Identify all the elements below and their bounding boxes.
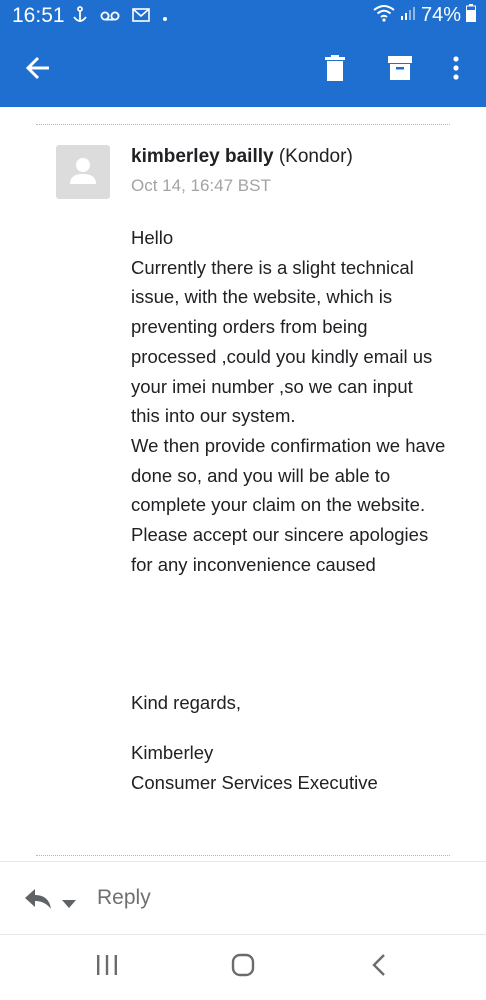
reply-options-dropdown[interactable] xyxy=(62,895,76,913)
sender-name: kimberley bailly xyxy=(131,146,274,167)
body-line: preventing orders from being xyxy=(131,316,368,338)
body-line: We then provide confirmation we have xyxy=(131,434,446,456)
person-icon xyxy=(56,158,110,199)
body-line: complete your claim on the website. xyxy=(131,494,426,516)
body-line: Please accept our sincere apologies xyxy=(131,524,429,546)
battery-icon xyxy=(466,4,476,27)
wifi-icon xyxy=(373,4,395,27)
gmail-icon xyxy=(132,8,150,27)
recent-apps-button[interactable] xyxy=(85,949,129,985)
message-divider-top xyxy=(36,124,450,125)
battery-level: 74% xyxy=(420,4,461,26)
body-line: Hello xyxy=(131,227,174,248)
chevron-left-icon xyxy=(372,953,386,981)
archive-icon xyxy=(388,55,412,85)
back-nav-button[interactable] xyxy=(357,949,401,985)
sender-org: (Kondor) xyxy=(278,146,353,167)
delete-button[interactable] xyxy=(315,50,355,90)
body-line: Currently there is a slight technical xyxy=(131,256,414,278)
arrow-left-icon xyxy=(25,56,51,85)
more-vert-icon xyxy=(453,55,459,85)
delete-icon xyxy=(325,54,345,86)
signal-icon xyxy=(400,5,416,26)
home-icon xyxy=(231,953,255,982)
caret-down-icon xyxy=(62,895,76,912)
avatar[interactable] xyxy=(56,145,110,199)
message-body: Hello Currently there is a slight techni… xyxy=(131,223,461,579)
signoff-text: Kind regards, xyxy=(131,692,242,713)
status-time: 16:51 xyxy=(12,4,65,27)
app-bar xyxy=(0,32,486,107)
body-line: issue, with the website, which is xyxy=(131,286,393,308)
message-signoff: Kind regards, xyxy=(131,688,461,718)
home-button[interactable] xyxy=(221,949,265,985)
sender-line[interactable]: kimberley bailly (Kondor) xyxy=(131,146,353,168)
archive-button[interactable] xyxy=(380,50,420,90)
body-line: done so, and you will be able to xyxy=(131,464,391,486)
message-timestamp: Oct 14, 16:47 BST xyxy=(131,176,271,195)
dot-icon xyxy=(162,9,168,27)
body-line: this into our system. xyxy=(131,405,296,427)
system-nav-bar xyxy=(0,934,486,1000)
body-line: processed ,could you kindly email us xyxy=(131,345,433,367)
message-divider-bottom xyxy=(36,855,450,856)
reply-label[interactable]: Reply xyxy=(97,886,151,910)
message-signature: Kimberley Consumer Services Executive xyxy=(131,738,461,797)
recent-apps-icon xyxy=(96,954,118,980)
reply-bar: Reply xyxy=(0,862,486,934)
anchor-icon xyxy=(72,6,88,29)
body-line: for any inconvenience caused xyxy=(131,553,376,575)
body-line: your imei number ,so we can input xyxy=(131,375,413,397)
status-system-icons: 74% xyxy=(373,4,476,27)
status-notification-icons xyxy=(72,6,168,29)
more-options-button[interactable] xyxy=(436,50,476,90)
status-bar: 16:51 74% xyxy=(0,0,486,32)
signature-name: Kimberley xyxy=(131,742,214,763)
back-button[interactable] xyxy=(18,50,58,90)
voicemail-icon xyxy=(100,9,120,27)
signature-title: Consumer Services Executive xyxy=(131,771,378,793)
reply-button[interactable] xyxy=(24,888,52,915)
reply-icon xyxy=(24,889,52,914)
